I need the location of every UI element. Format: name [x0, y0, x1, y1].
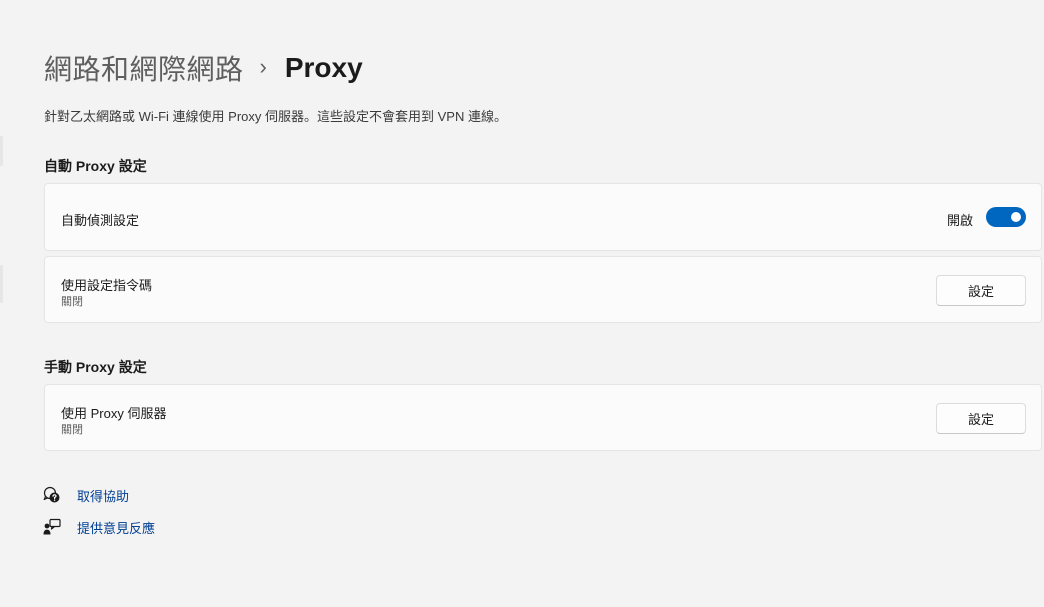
section-header-manual-proxy: 手動 Proxy 設定: [44, 359, 147, 375]
toggle-knob: [1011, 212, 1021, 222]
proxy-server-card: 使用 Proxy 伺服器 關閉 設定: [44, 384, 1042, 451]
auto-detect-title: 自動偵測設定: [61, 213, 140, 228]
get-help-link[interactable]: 取得協助: [42, 485, 129, 505]
breadcrumb-parent-link[interactable]: 網路和網際網路: [44, 48, 244, 88]
proxy-server-setup-button[interactable]: 設定: [936, 403, 1026, 434]
give-feedback-link[interactable]: 提供意見反應: [42, 517, 155, 537]
auto-detect-toggle-label: 開啟: [946, 213, 973, 228]
chevron-right-icon: ›: [259, 54, 267, 79]
setup-script-title: 使用設定指令碼: [61, 278, 153, 293]
proxy-server-status: 關閉: [61, 424, 83, 436]
page-description: 針對乙太網路或 Wi-Fi 連線使用 Proxy 伺服器。這些設定不會套用到 V…: [44, 109, 507, 124]
setup-script-card: 使用設定指令碼 關閉 設定: [44, 256, 1042, 323]
auto-detect-toggle[interactable]: [986, 207, 1026, 227]
breadcrumb: 網路和網際網路 › Proxy: [44, 48, 363, 88]
nav-pane-edge: [0, 136, 3, 166]
get-help-text[interactable]: 取得協助: [77, 486, 129, 505]
feedback-icon: [43, 518, 61, 535]
setup-script-button[interactable]: 設定: [936, 275, 1026, 306]
nav-pane-edge: [0, 265, 3, 303]
settings-page: 網路和網際網路 › Proxy 針對乙太網路或 Wi-Fi 連線使用 Proxy…: [0, 0, 1044, 607]
section-header-auto-proxy: 自動 Proxy 設定: [44, 158, 147, 174]
help-chat-icon: [43, 486, 60, 503]
proxy-server-title: 使用 Proxy 伺服器: [61, 406, 167, 421]
auto-detect-settings-card: 自動偵測設定 開啟: [44, 183, 1042, 251]
page-title: Proxy: [284, 52, 363, 83]
setup-script-status: 關閉: [61, 296, 83, 308]
give-feedback-text[interactable]: 提供意見反應: [77, 518, 155, 537]
